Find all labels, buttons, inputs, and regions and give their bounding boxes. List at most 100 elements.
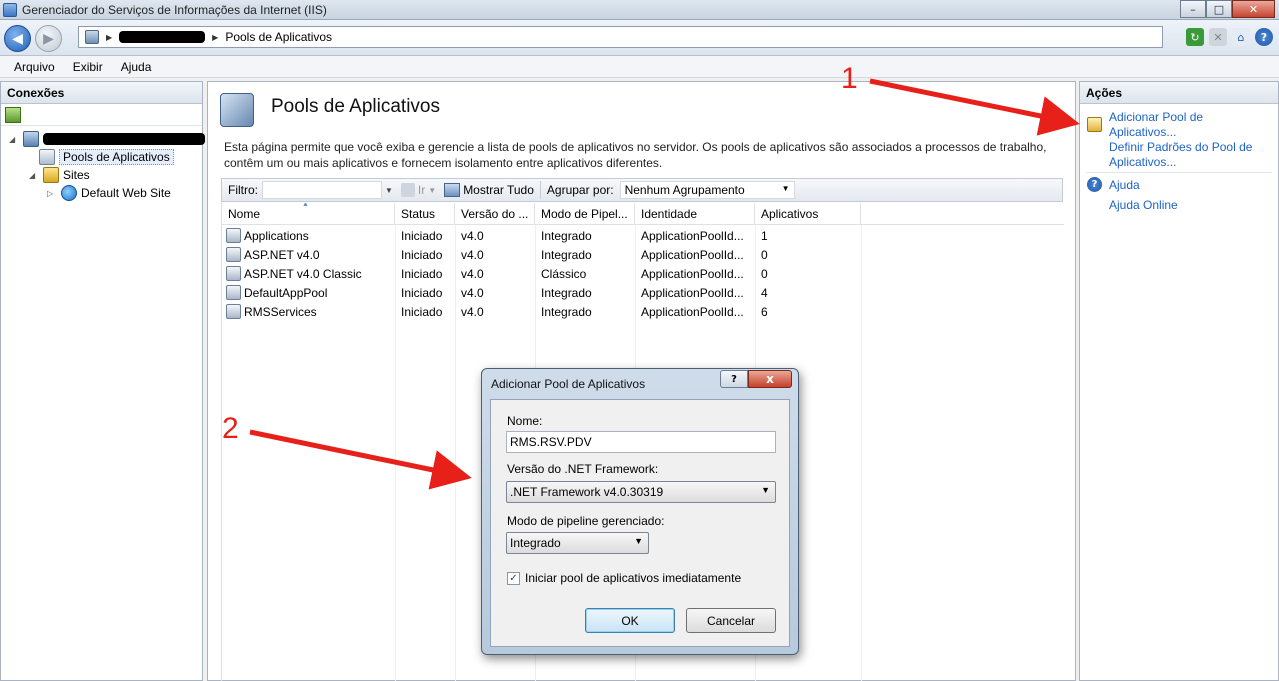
redacted-server-name [43,133,205,145]
dialog-controls: ? x [720,370,792,388]
help-online-link[interactable]: Ajuda Online [1109,198,1178,213]
group-by-select[interactable]: Nenhum Agrupamento ▼ [619,181,795,199]
pipeline-value: Integrado [510,536,561,550]
filter-bar: Filtro: ▼ Ir ▼ Mostrar Tudo Agrupar por:… [221,178,1063,202]
cell-name: ASP.NET v4.0 [244,248,320,262]
menu-exibir[interactable]: Exibir [73,60,103,74]
tree-node-pools-label[interactable]: Pools de Aplicativos [59,149,174,165]
server-icon [85,30,99,44]
show-all-label: Mostrar Tudo [463,183,534,197]
cell-identity: ApplicationPoolId... [641,286,744,300]
table-row[interactable]: ASP.NET v4.0 Iniciado v4.0 Integrado App… [222,246,1064,265]
cell-mode: Integrado [541,248,592,262]
filter-input[interactable] [262,181,382,199]
dialog-close-button[interactable]: x [748,370,792,388]
dialog-body: Nome: RMS.RSV.PDV Versão do .NET Framewo… [490,399,790,647]
table-row[interactable]: ASP.NET v4.0 Classic Iniciado v4.0 Cláss… [222,265,1064,284]
tree-node-default-site[interactable]: ▷ Default Web Site [47,184,171,202]
col-header-status[interactable]: Status [395,203,455,225]
cell-mode: Clássico [541,267,587,281]
back-button[interactable]: ◀ [4,25,31,52]
chevron-down-icon: ▼ [761,485,770,495]
cell-status: Iniciado [401,248,443,262]
add-pool-icon [1087,117,1102,132]
cell-identity: ApplicationPoolId... [641,229,744,243]
group-by-value: Nenhum Agrupamento [624,183,745,197]
cell-identity: ApplicationPoolId... [641,305,744,319]
stop-icon[interactable]: ✕ [1209,28,1227,46]
breadcrumb-separator-icon: ▶ [106,32,113,42]
iis-app-icon [3,3,17,17]
filter-label: Filtro: [228,183,258,197]
expand-arrow-icon[interactable]: ◢ [9,135,19,144]
app-pool-icon [226,247,241,262]
pipeline-select[interactable]: Integrado ▼ [506,532,649,554]
show-all-button[interactable]: Mostrar Tudo [444,183,534,197]
ok-button[interactable]: OK [585,608,675,633]
sites-folder-icon [43,167,59,183]
tree-node-sites[interactable]: ◢ Sites [29,166,90,184]
cell-apps: 0 [761,248,768,262]
minimize-button[interactable]: – [1180,0,1206,18]
start-immediately-checkbox[interactable]: ✓ [507,572,520,585]
refresh-icon[interactable]: ↻ [1186,28,1204,46]
tree-node-server[interactable]: ◢ [9,130,205,148]
cell-mode: Integrado [541,229,592,243]
connections-panel: Conexões ◢ Pools de Aplicativos ◢ Sites … [0,81,205,681]
tree-node-default-site-label[interactable]: Default Web Site [81,186,171,200]
breadcrumb-separator-icon: ▶ [212,32,219,42]
breadcrumb-current[interactable]: Pools de Aplicativos [225,30,332,44]
cell-version: v4.0 [461,229,484,243]
cancel-button[interactable]: Cancelar [686,608,776,633]
go-label: Ir [417,183,426,197]
cell-version: v4.0 [461,267,484,281]
home-icon[interactable]: ⌂ [1232,28,1250,46]
app-pool-icon [226,266,241,281]
add-app-pool-link[interactable]: Adicionar Pool de Aplicativos... [1109,110,1203,140]
table-row[interactable]: Applications Iniciado v4.0 Integrado App… [222,227,1064,246]
collapse-arrow-icon[interactable]: ▷ [47,189,57,198]
table-row[interactable]: RMSServices Iniciado v4.0 Integrado Appl… [222,303,1064,322]
dialog-help-button[interactable]: ? [720,370,748,388]
window-controls: – □ ✕ [1180,0,1275,19]
help-link[interactable]: Ajuda [1109,178,1140,193]
redacted-server-name [119,31,206,43]
table-row[interactable]: DefaultAppPool Iniciado v4.0 Integrado A… [222,284,1064,303]
cell-status: Iniciado [401,286,443,300]
address-breadcrumb[interactable]: ▶ ▶ Pools de Aplicativos [78,26,1163,48]
cell-version: v4.0 [461,248,484,262]
actions-panel: Ações Adicionar Pool de Aplicativos... D… [1079,81,1279,681]
col-header-name[interactable]: ▲ Nome [222,203,395,225]
annotation-number-1: 1 [841,62,858,95]
toolbar-right: ↻ ✕ ⌂ ? [1186,28,1273,46]
add-app-pool-dialog: Adicionar Pool de Aplicativos ? x Nome: … [481,368,799,655]
cell-name: RMSServices [244,305,317,319]
tree-node-sites-label[interactable]: Sites [63,168,90,182]
tree-node-pools[interactable]: Pools de Aplicativos [27,148,174,166]
cell-status: Iniciado [401,267,443,281]
menu-arquivo[interactable]: Arquivo [14,60,55,74]
col-header-version[interactable]: Versão do ... [455,203,535,225]
maximize-button[interactable]: □ [1206,0,1232,18]
help-icon[interactable]: ? [1255,28,1273,46]
go-button[interactable]: Ir ▼ [400,183,436,197]
filter-dropdown-icon[interactable]: ▼ [385,186,393,195]
go-dropdown-icon[interactable]: ▼ [428,186,436,195]
name-field[interactable]: RMS.RSV.PDV [506,431,776,453]
col-header-pipeline[interactable]: Modo de Pipel... [535,203,635,225]
connect-icon[interactable] [5,107,21,123]
col-header-apps[interactable]: Aplicativos [755,203,861,225]
close-button[interactable]: ✕ [1232,0,1275,18]
menu-ajuda[interactable]: Ajuda [121,60,152,74]
page-description: Esta página permite que você exiba e ger… [224,140,1047,170]
actions-header: Ações [1080,82,1278,104]
col-header-identity[interactable]: Identidade [635,203,755,225]
window-title: Gerenciador do Serviços de Informações d… [22,3,327,17]
framework-select[interactable]: .NET Framework v4.0.30319 ▼ [506,481,776,503]
set-pool-defaults-link[interactable]: Definir Padrões do Pool de Aplicativos..… [1109,140,1252,170]
app-pool-icon [226,285,241,300]
menu-bar: Arquivo Exibir Ajuda [0,56,1279,78]
expand-arrow-icon[interactable]: ◢ [29,171,39,180]
forward-button[interactable]: ▶ [35,25,62,52]
cell-identity: ApplicationPoolId... [641,248,744,262]
